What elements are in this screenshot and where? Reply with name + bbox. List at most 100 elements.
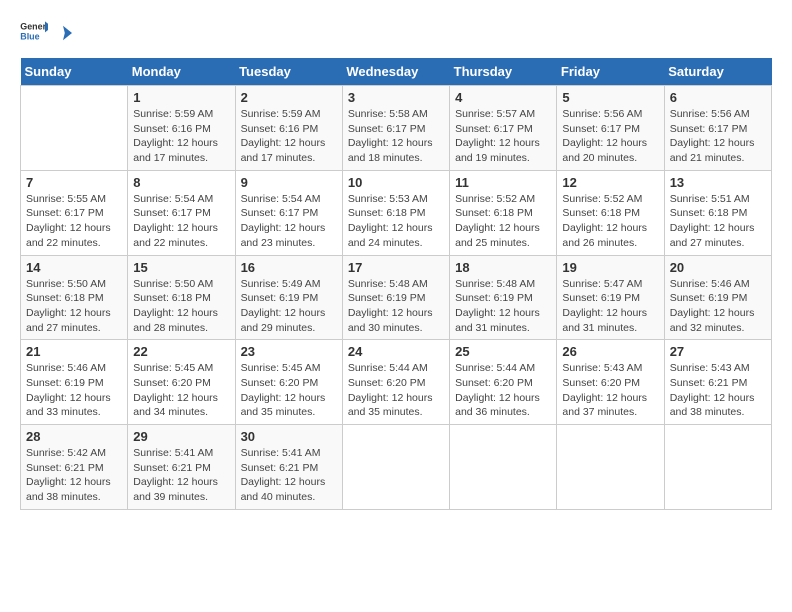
calendar-cell: 15 Sunrise: 5:50 AMSunset: 6:18 PMDayligh… <box>128 255 235 340</box>
day-number: 12 <box>562 175 658 190</box>
header-monday: Monday <box>128 58 235 86</box>
week-row-4: 21Sunrise: 5:46 AMSunset: 6:19 PMDayligh… <box>21 340 772 425</box>
day-number: 26 <box>562 344 658 359</box>
day-number: 10 <box>348 175 444 190</box>
calendar-cell <box>557 425 664 510</box>
calendar-cell <box>664 425 771 510</box>
calendar-cell: 27 Sunrise: 5:43 AMSunset: 6:21 PMDayligh… <box>664 340 771 425</box>
day-info: Sunrise: 5:51 AMSunset: 6:18 PMDaylight:… <box>670 192 766 251</box>
day-info: Sunrise: 5:53 AMSunset: 6:18 PMDaylight:… <box>348 192 444 251</box>
calendar-cell <box>450 425 557 510</box>
calendar-cell: 7 Sunrise: 5:55 AMSunset: 6:17 PMDaylight… <box>21 170 128 255</box>
day-number: 18 <box>455 260 551 275</box>
logo-flag-icon <box>54 24 72 42</box>
day-number: 4 <box>455 90 551 105</box>
day-number: 25 <box>455 344 551 359</box>
header-thursday: Thursday <box>450 58 557 86</box>
header-tuesday: Tuesday <box>235 58 342 86</box>
day-info: Sunrise: 5:46 AMSunset: 6:19 PMDaylight:… <box>670 277 766 336</box>
day-info: Sunrise: 5:52 AMSunset: 6:18 PMDaylight:… <box>562 192 658 251</box>
day-number: 15 <box>133 260 229 275</box>
day-number: 2 <box>241 90 337 105</box>
day-info: Sunrise: 5:50 AMSunset: 6:18 PMDaylight:… <box>133 277 229 336</box>
svg-text:Blue: Blue <box>20 31 39 41</box>
logo: General Blue <box>20 20 72 42</box>
day-info: Sunrise: 5:50 AMSunset: 6:18 PMDaylight:… <box>26 277 122 336</box>
header-wednesday: Wednesday <box>342 58 449 86</box>
day-info: Sunrise: 5:44 AMSunset: 6:20 PMDaylight:… <box>348 361 444 420</box>
calendar-cell: 13 Sunrise: 5:51 AMSunset: 6:18 PMDayligh… <box>664 170 771 255</box>
header-friday: Friday <box>557 58 664 86</box>
day-info: Sunrise: 5:45 AMSunset: 6:20 PMDaylight:… <box>133 361 229 420</box>
day-number: 22 <box>133 344 229 359</box>
day-number: 30 <box>241 429 337 444</box>
day-number: 21 <box>26 344 122 359</box>
page-header: General Blue <box>20 20 772 42</box>
day-number: 7 <box>26 175 122 190</box>
day-info: Sunrise: 5:43 AMSunset: 6:21 PMDaylight:… <box>670 361 766 420</box>
calendar-cell: 16 Sunrise: 5:49 AMSunset: 6:19 PMDayligh… <box>235 255 342 340</box>
calendar-cell: 1Sunrise: 5:59 AMSunset: 6:16 PMDaylight… <box>128 86 235 171</box>
day-number: 6 <box>670 90 766 105</box>
calendar-cell <box>21 86 128 171</box>
day-info: Sunrise: 5:44 AMSunset: 6:20 PMDaylight:… <box>455 361 551 420</box>
day-info: Sunrise: 5:54 AMSunset: 6:17 PMDaylight:… <box>133 192 229 251</box>
header-saturday: Saturday <box>664 58 771 86</box>
day-info: Sunrise: 5:42 AMSunset: 6:21 PMDaylight:… <box>26 446 122 505</box>
day-info: Sunrise: 5:57 AMSunset: 6:17 PMDaylight:… <box>455 107 551 166</box>
day-info: Sunrise: 5:45 AMSunset: 6:20 PMDaylight:… <box>241 361 337 420</box>
week-row-1: 1Sunrise: 5:59 AMSunset: 6:16 PMDaylight… <box>21 86 772 171</box>
calendar-cell: 2Sunrise: 5:59 AMSunset: 6:16 PMDaylight… <box>235 86 342 171</box>
day-number: 24 <box>348 344 444 359</box>
svg-text:General: General <box>20 22 48 32</box>
calendar-cell: 11 Sunrise: 5:52 AMSunset: 6:18 PMDayligh… <box>450 170 557 255</box>
day-number: 20 <box>670 260 766 275</box>
day-number: 28 <box>26 429 122 444</box>
calendar-cell: 26 Sunrise: 5:43 AMSunset: 6:20 PMDayligh… <box>557 340 664 425</box>
calendar-cell: 4 Sunrise: 5:57 AMSunset: 6:17 PMDaylight… <box>450 86 557 171</box>
day-header-row: SundayMondayTuesdayWednesdayThursdayFrid… <box>21 58 772 86</box>
calendar-cell: 30Sunrise: 5:41 AMSunset: 6:21 PMDayligh… <box>235 425 342 510</box>
day-number: 16 <box>241 260 337 275</box>
calendar-cell: 24 Sunrise: 5:44 AMSunset: 6:20 PMDayligh… <box>342 340 449 425</box>
day-number: 3 <box>348 90 444 105</box>
calendar-cell <box>342 425 449 510</box>
calendar-cell: 10 Sunrise: 5:53 AMSunset: 6:18 PMDayligh… <box>342 170 449 255</box>
day-number: 23 <box>241 344 337 359</box>
calendar-cell: 8Sunrise: 5:54 AMSunset: 6:17 PMDaylight… <box>128 170 235 255</box>
calendar-cell: 17Sunrise: 5:48 AMSunset: 6:19 PMDayligh… <box>342 255 449 340</box>
calendar-cell: 20 Sunrise: 5:46 AMSunset: 6:19 PMDayligh… <box>664 255 771 340</box>
day-number: 29 <box>133 429 229 444</box>
day-number: 11 <box>455 175 551 190</box>
day-number: 14 <box>26 260 122 275</box>
day-number: 27 <box>670 344 766 359</box>
day-info: Sunrise: 5:55 AMSunset: 6:17 PMDaylight:… <box>26 192 122 251</box>
day-info: Sunrise: 5:56 AMSunset: 6:17 PMDaylight:… <box>670 107 766 166</box>
calendar-cell: 3 Sunrise: 5:58 AMSunset: 6:17 PMDaylight… <box>342 86 449 171</box>
day-info: Sunrise: 5:58 AMSunset: 6:17 PMDaylight:… <box>348 107 444 166</box>
day-info: Sunrise: 5:59 AMSunset: 6:16 PMDaylight:… <box>133 107 229 166</box>
calendar-cell: 18 Sunrise: 5:48 AMSunset: 6:19 PMDayligh… <box>450 255 557 340</box>
calendar-cell: 9 Sunrise: 5:54 AMSunset: 6:17 PMDaylight… <box>235 170 342 255</box>
calendar-cell: 5Sunrise: 5:56 AMSunset: 6:17 PMDaylight… <box>557 86 664 171</box>
calendar-cell: 23 Sunrise: 5:45 AMSunset: 6:20 PMDayligh… <box>235 340 342 425</box>
calendar-cell: 12 Sunrise: 5:52 AMSunset: 6:18 PMDayligh… <box>557 170 664 255</box>
day-number: 13 <box>670 175 766 190</box>
generalblue-icon: General Blue <box>20 20 48 42</box>
week-row-5: 28 Sunrise: 5:42 AMSunset: 6:21 PMDayligh… <box>21 425 772 510</box>
day-number: 5 <box>562 90 658 105</box>
day-number: 19 <box>562 260 658 275</box>
day-info: Sunrise: 5:49 AMSunset: 6:19 PMDaylight:… <box>241 277 337 336</box>
day-number: 9 <box>241 175 337 190</box>
calendar-cell: 21Sunrise: 5:46 AMSunset: 6:19 PMDayligh… <box>21 340 128 425</box>
calendar-cell: 14 Sunrise: 5:50 AMSunset: 6:18 PMDayligh… <box>21 255 128 340</box>
calendar-cell: 6 Sunrise: 5:56 AMSunset: 6:17 PMDaylight… <box>664 86 771 171</box>
day-info: Sunrise: 5:54 AMSunset: 6:17 PMDaylight:… <box>241 192 337 251</box>
day-info: Sunrise: 5:41 AMSunset: 6:21 PMDaylight:… <box>133 446 229 505</box>
day-info: Sunrise: 5:48 AMSunset: 6:19 PMDaylight:… <box>455 277 551 336</box>
day-info: Sunrise: 5:43 AMSunset: 6:20 PMDaylight:… <box>562 361 658 420</box>
day-info: Sunrise: 5:52 AMSunset: 6:18 PMDaylight:… <box>455 192 551 251</box>
calendar-cell: 29 Sunrise: 5:41 AMSunset: 6:21 PMDayligh… <box>128 425 235 510</box>
week-row-2: 7 Sunrise: 5:55 AMSunset: 6:17 PMDaylight… <box>21 170 772 255</box>
calendar-cell: 22 Sunrise: 5:45 AMSunset: 6:20 PMDayligh… <box>128 340 235 425</box>
